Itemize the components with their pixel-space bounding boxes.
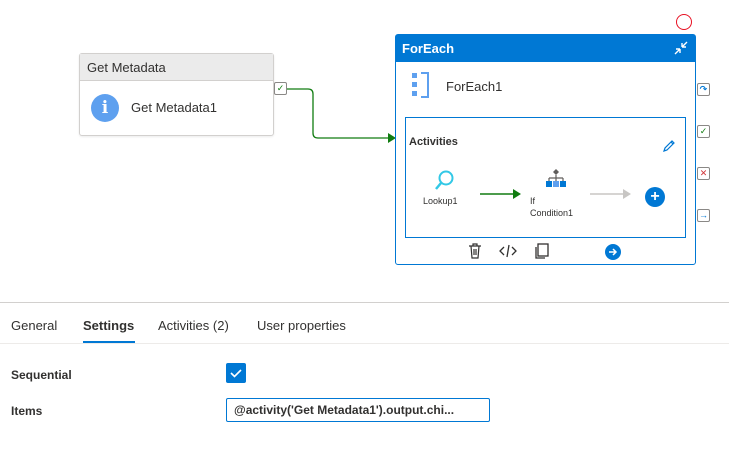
activity-name: ForEach1: [446, 79, 503, 94]
breakpoint-icon[interactable]: [676, 14, 692, 30]
go-to-activity-icon[interactable]: [605, 244, 621, 260]
copy-icon[interactable]: [533, 242, 551, 260]
sequential-label: Sequential: [11, 368, 72, 382]
if-condition-icon[interactable]: [545, 168, 567, 190]
get-metadata-activity[interactable]: Get Metadata i Get Metadata1: [79, 53, 274, 136]
code-icon[interactable]: [499, 242, 517, 260]
activity-name: Get Metadata1: [131, 100, 217, 115]
activities-title: Activities: [409, 136, 458, 148]
completion-output-port[interactable]: →: [697, 209, 710, 222]
info-icon: i: [91, 94, 119, 122]
activity-type-label: ForEach: [402, 41, 455, 56]
properties-panel: General Settings Activities (2) User pro…: [0, 302, 729, 458]
foreach-activity[interactable]: ForEach ForEach1 Activities Lookup1 If C…: [395, 34, 696, 265]
pipeline-canvas[interactable]: Get Metadata i Get Metadata1 ✓ ForEach F…: [0, 0, 729, 300]
failure-output-port[interactable]: ✕: [697, 167, 710, 180]
skip-output-port[interactable]: ↷: [697, 83, 710, 96]
activity-type-label: Get Metadata: [80, 54, 273, 81]
tab-bar: General Settings Activities (2) User pro…: [0, 303, 729, 344]
tab-settings[interactable]: Settings: [83, 318, 134, 333]
success-output-port[interactable]: ✓: [697, 125, 710, 138]
items-expression-field[interactable]: @activity('Get Metadata1').output.chi...: [226, 398, 490, 422]
lookup-activity-label: Lookup1: [423, 196, 458, 206]
activity-toolbar: [396, 240, 695, 262]
foreach-header: ForEach: [396, 35, 695, 62]
items-label: Items: [11, 404, 43, 418]
activities-container[interactable]: Activities Lookup1 If Condition1 +: [405, 117, 686, 238]
tab-activities[interactable]: Activities (2): [158, 318, 229, 333]
success-output-port[interactable]: ✓: [274, 82, 287, 95]
if-label-line2: Condition1: [530, 208, 574, 218]
foreach-icon: [412, 72, 429, 98]
collapse-icon[interactable]: [672, 39, 690, 57]
sequential-checkbox[interactable]: [226, 363, 246, 383]
active-tab-indicator: [83, 341, 135, 343]
tab-user-properties[interactable]: User properties: [257, 318, 346, 333]
tab-general[interactable]: General: [11, 318, 57, 333]
lookup-icon[interactable]: [434, 169, 456, 191]
add-activity-button[interactable]: +: [645, 187, 665, 207]
if-condition-activity-label: If Condition1: [530, 195, 590, 219]
delete-icon[interactable]: [466, 242, 484, 260]
pencil-icon[interactable]: [661, 138, 677, 154]
if-label-line1: If: [530, 196, 536, 206]
checkmark-icon: [230, 369, 242, 378]
